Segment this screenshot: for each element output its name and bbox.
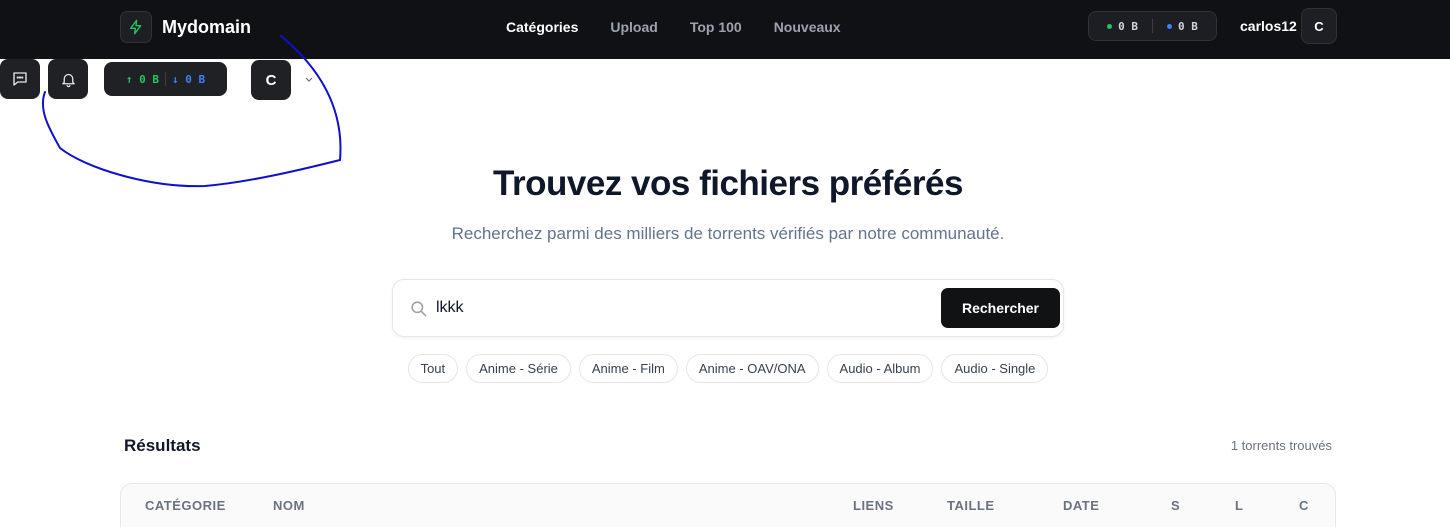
category-chip-audio-album[interactable]: Audio - Album bbox=[826, 354, 934, 383]
column-header-categorie[interactable]: CATÉGORIE bbox=[145, 498, 226, 513]
notifications-button[interactable] bbox=[48, 59, 88, 99]
header-upload-value: 0 B bbox=[1118, 19, 1138, 33]
brand-link[interactable]: Mydomain bbox=[120, 11, 251, 43]
account-avatar-button[interactable]: C bbox=[251, 60, 291, 100]
page-title: Trouvez vos fichiers préférés bbox=[493, 164, 963, 203]
results-table: CATÉGORIE NOM LIENS TAILLE DATE S L C bbox=[120, 483, 1336, 527]
toolbar-download-stat: ↓ 0 B bbox=[172, 72, 206, 86]
chat-button[interactable] bbox=[0, 59, 40, 99]
header-download-stat: 0 B bbox=[1167, 20, 1198, 33]
category-chip-anime-oav-ona[interactable]: Anime - OAV/ONA bbox=[685, 354, 819, 383]
column-header-taille[interactable]: TAILLE bbox=[947, 498, 995, 513]
category-filters: Tout Anime - Série Anime - Film Anime - … bbox=[0, 354, 1450, 383]
header-upload-stat: 0 B bbox=[1107, 20, 1138, 33]
nav-nouveaux[interactable]: Nouveaux bbox=[774, 19, 841, 35]
nav-top-100[interactable]: Top 100 bbox=[690, 19, 742, 35]
chat-icon bbox=[13, 72, 27, 86]
search-button[interactable]: Rechercher bbox=[941, 288, 1060, 328]
divider bbox=[165, 72, 166, 86]
username[interactable]: carlos12 bbox=[1240, 18, 1297, 34]
search-box: Rechercher bbox=[392, 279, 1064, 337]
category-chip-anime-film[interactable]: Anime - Film bbox=[578, 354, 678, 383]
chevron-down-icon[interactable] bbox=[303, 73, 315, 85]
search-input[interactable] bbox=[436, 292, 916, 324]
results-count: 1 torrents trouvés bbox=[1230, 438, 1332, 453]
column-header-nom[interactable]: NOM bbox=[273, 498, 305, 513]
nav-categories[interactable]: Catégories bbox=[506, 19, 578, 35]
toolbar-download-value: 0 B bbox=[185, 72, 206, 86]
toolbar-upload-value: 0 B bbox=[139, 72, 159, 86]
nav-upload[interactable]: Upload bbox=[610, 19, 657, 35]
header-transfer-stats: 0 B 0 B bbox=[1088, 11, 1217, 41]
column-header-liens[interactable]: LIENS bbox=[853, 498, 894, 513]
bell-icon bbox=[61, 73, 75, 87]
page-subtitle: Recherchez parmi des milliers de torrent… bbox=[451, 224, 1005, 243]
results-heading: Résultats bbox=[124, 436, 201, 455]
top-navbar: Mydomain Catégories Upload Top 100 Nouve… bbox=[0, 0, 1450, 59]
search-icon bbox=[411, 301, 427, 317]
divider bbox=[1152, 19, 1153, 33]
category-chip-audio-single[interactable]: Audio - Single bbox=[941, 354, 1049, 383]
category-chip-anime-serie[interactable]: Anime - Série bbox=[466, 354, 571, 383]
toolbar-upload-stat: ↑ 0 B bbox=[125, 72, 159, 86]
main-nav: Catégories Upload Top 100 Nouveaux bbox=[506, 19, 841, 35]
ratio-stats: ↑ 0 B ↓ 0 B bbox=[104, 62, 227, 96]
download-dot-icon bbox=[1167, 24, 1172, 29]
column-header-date[interactable]: DATE bbox=[1063, 498, 1099, 513]
column-header-completed[interactable]: C bbox=[1299, 498, 1309, 513]
bolt-icon bbox=[120, 11, 152, 43]
column-header-seeders[interactable]: S bbox=[1171, 498, 1180, 513]
upload-dot-icon bbox=[1107, 24, 1113, 29]
user-avatar[interactable]: C bbox=[1301, 8, 1337, 44]
header-download-value: 0 B bbox=[1178, 19, 1198, 33]
column-header-leechers[interactable]: L bbox=[1235, 498, 1243, 513]
category-chip-tout[interactable]: Tout bbox=[407, 354, 459, 383]
brand-name: Mydomain bbox=[162, 16, 252, 37]
